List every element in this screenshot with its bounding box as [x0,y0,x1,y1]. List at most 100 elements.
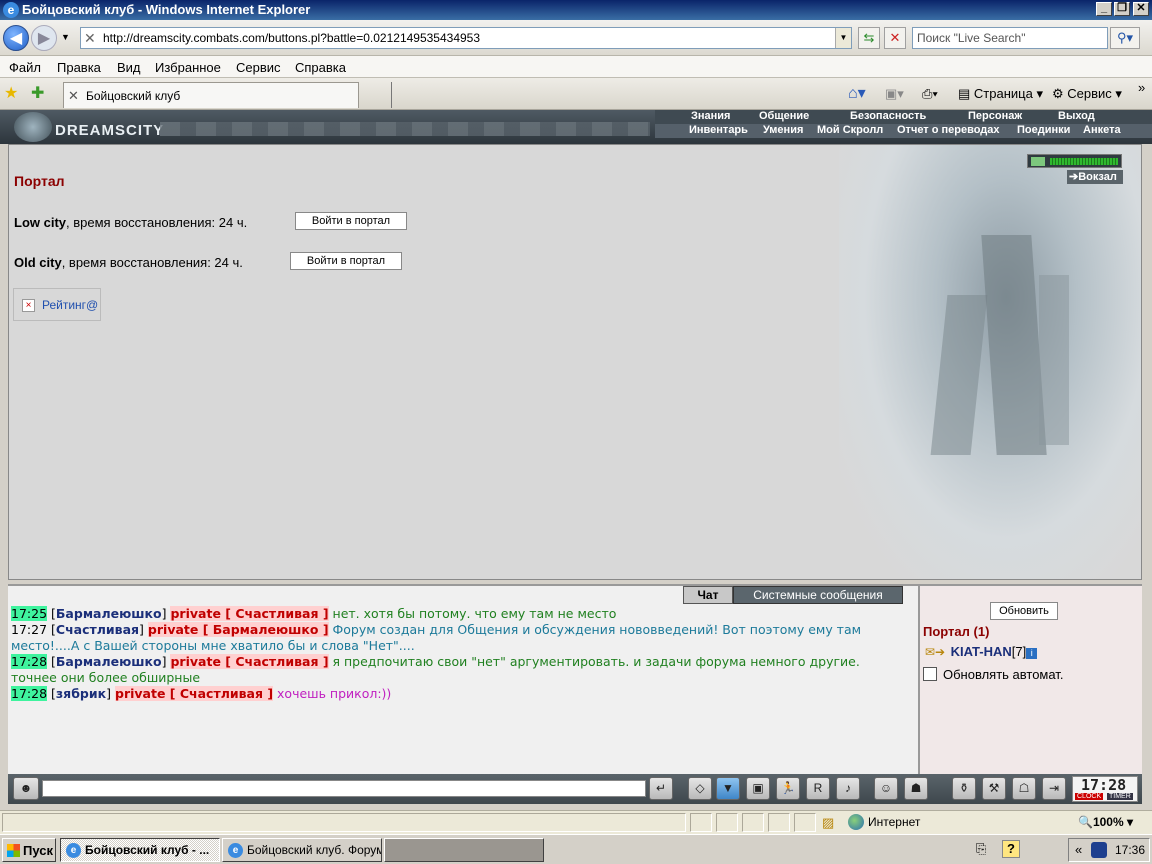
private-recipient[interactable]: private [ Счастливая ] [115,686,274,701]
menu-tools[interactable]: Сервис [236,60,281,75]
link-security[interactable]: Безопасность [850,110,926,122]
sub-links: Инвентарь Умения Мой Скролл Отчет о пере… [655,124,1152,138]
status-segment [794,813,816,832]
tab-system-messages[interactable]: Системные сообщения [733,586,903,604]
chat-frame: Чат Системные сообщения 17:25 [Бармалеюш… [8,584,918,774]
message-author[interactable]: Бармалеюшко [56,606,162,621]
chat-message: 17:25 [Бармалеюшко] private [ Счастливая… [11,606,906,622]
private-message-icon[interactable]: ✉➔ [925,645,947,659]
save-log-icon[interactable]: ▣ [746,777,770,800]
refresh-icon[interactable]: ⇆ [858,27,880,49]
link-knowledge[interactable]: Знания [691,110,730,122]
link-communication[interactable]: Общение [759,110,809,122]
forward-button[interactable]: ▶ [31,25,57,51]
link-profile[interactable]: Анкета [1083,124,1121,136]
message-author[interactable]: Счастливая [56,622,139,637]
menu-view[interactable]: Вид [117,60,141,75]
tab-chat[interactable]: Чат [683,586,733,604]
start-button[interactable]: Пуск [2,838,56,862]
message-time[interactable]: 17:27 [11,622,47,637]
chevron-more-icon[interactable]: » [1138,80,1145,95]
search-icon[interactable]: ⚲▾ [1110,27,1140,49]
rating-link[interactable]: Рейтинг@ [42,298,98,312]
message-time[interactable]: 17:28 [11,654,48,669]
new-tab[interactable] [362,82,392,108]
page-menu[interactable]: ▤ Страница ▾ [958,86,1043,102]
url-input[interactable]: ✕ http://dreamscity.combats.com/buttons.… [80,27,852,49]
translit-icon[interactable]: R [806,777,830,800]
menu-edit[interactable]: Правка [57,60,101,75]
feeds-icon[interactable]: ▣▾ [885,86,904,102]
skull-logo-icon [14,112,52,142]
menu-file[interactable]: Файл [9,60,41,75]
windows-logo-icon [7,844,20,857]
bag-icon[interactable]: ☖ [1012,777,1036,800]
tools-icon[interactable]: ⚒ [982,777,1006,800]
taskbar-item-ie-1[interactable]: e Бойцовский клуб - ... [60,838,220,862]
refresh-button[interactable]: Обновить [990,602,1058,620]
smiley-icon[interactable]: ☺ [874,777,898,800]
taskbar-item-hidden[interactable] [384,838,544,862]
chat-mode-icon[interactable]: ☻ [13,777,39,800]
print-icon[interactable]: ⎙▾ [922,86,938,102]
send-icon[interactable]: ↵ [649,777,673,800]
chat-input[interactable] [42,780,646,797]
private-recipient[interactable]: private [ Бармалеюшко ] [147,622,329,637]
auto-refresh-checkbox[interactable] [923,667,937,681]
chevron-left-icon[interactable]: « [1075,842,1082,857]
maximize-button[interactable]: ❐ [1114,2,1130,16]
private-recipient[interactable]: private [ Счастливая ] [170,654,329,669]
home-icon[interactable]: ⌂▾ [848,83,866,103]
link-transfers-report[interactable]: Отчет о переводах [897,124,1000,136]
system-tray: « 17:36 [1068,838,1150,862]
url-dropdown-icon[interactable]: ▼ [835,28,851,48]
exit-icon[interactable]: ⇥ [1042,777,1066,800]
link-duels[interactable]: Поединки [1017,124,1070,136]
close-button[interactable]: ✕ [1133,2,1149,16]
add-favorite-icon[interactable]: ✚ [31,83,44,103]
tray-app-icon[interactable] [1091,842,1107,858]
message-time[interactable]: 17:25 [11,606,48,621]
minimize-button[interactable]: _ [1096,2,1112,16]
history-dropdown-icon[interactable]: ▼ [61,32,70,42]
info-icon[interactable]: i [1026,648,1038,659]
menu-favorites[interactable]: Избранное [155,60,221,75]
fighter-icon[interactable]: 🏃 [776,777,800,800]
taskbar: Пуск e Бойцовский клуб - ... e Бойцовский … [0,834,1152,864]
bracket: ] [161,654,167,669]
private-recipient[interactable]: private [ Счастливая ] [170,606,329,621]
enter-portal-low-button[interactable]: Войти в портал [295,212,407,230]
link-exit[interactable]: Выход [1058,110,1095,122]
search-input[interactable]: Поиск "Live Search" [912,27,1108,49]
filter-icon[interactable]: ▼ [716,777,740,800]
portal-background-art [839,145,1141,579]
link-inventory[interactable]: Инвентарь [689,124,748,136]
enter-portal-old-button[interactable]: Войти в портал [290,252,402,270]
tools-menu[interactable]: ⚙ Сервис ▾ [1052,86,1122,102]
ie-icon: e [3,2,19,18]
message-time[interactable]: 17:28 [11,686,48,701]
sound-icon[interactable]: ♪ [836,777,860,800]
menu-help[interactable]: Справка [295,60,346,75]
clan-icon[interactable]: ☗ [904,777,928,800]
link-skills[interactable]: Умения [763,124,803,136]
stop-icon[interactable]: ✕ [884,27,906,49]
bracket: ] [139,622,144,637]
favorites-star-icon[interactable]: ★ [4,83,18,103]
zoom-level[interactable]: 🔍100% ▾ [1058,813,1138,832]
message-author[interactable]: Бармалеюшко [56,654,162,669]
network-icon[interactable]: ⎘ [976,841,986,857]
message-author[interactable]: зябрик [56,686,106,701]
blocked-popup-icon[interactable]: ▨ [822,815,834,831]
user-name[interactable]: KIAT-HAN [951,644,1012,659]
potion-icon[interactable]: ⚱ [952,777,976,800]
help-icon[interactable]: ? [1002,840,1020,858]
taskbar-item-ie-2[interactable]: e Бойцовский клуб. Форум [222,838,382,862]
tab-active[interactable]: ✕ Бойцовский клуб [63,82,359,108]
rating-widget[interactable]: × Рейтинг@ [13,288,101,321]
back-button[interactable]: ◀ [3,25,29,51]
eraser-icon[interactable]: ◇ [688,777,712,800]
link-character[interactable]: Персонаж [968,110,1022,122]
station-button[interactable]: ➔Вокзал [1067,170,1123,184]
link-my-scroll[interactable]: Мой Скролл [817,124,883,136]
